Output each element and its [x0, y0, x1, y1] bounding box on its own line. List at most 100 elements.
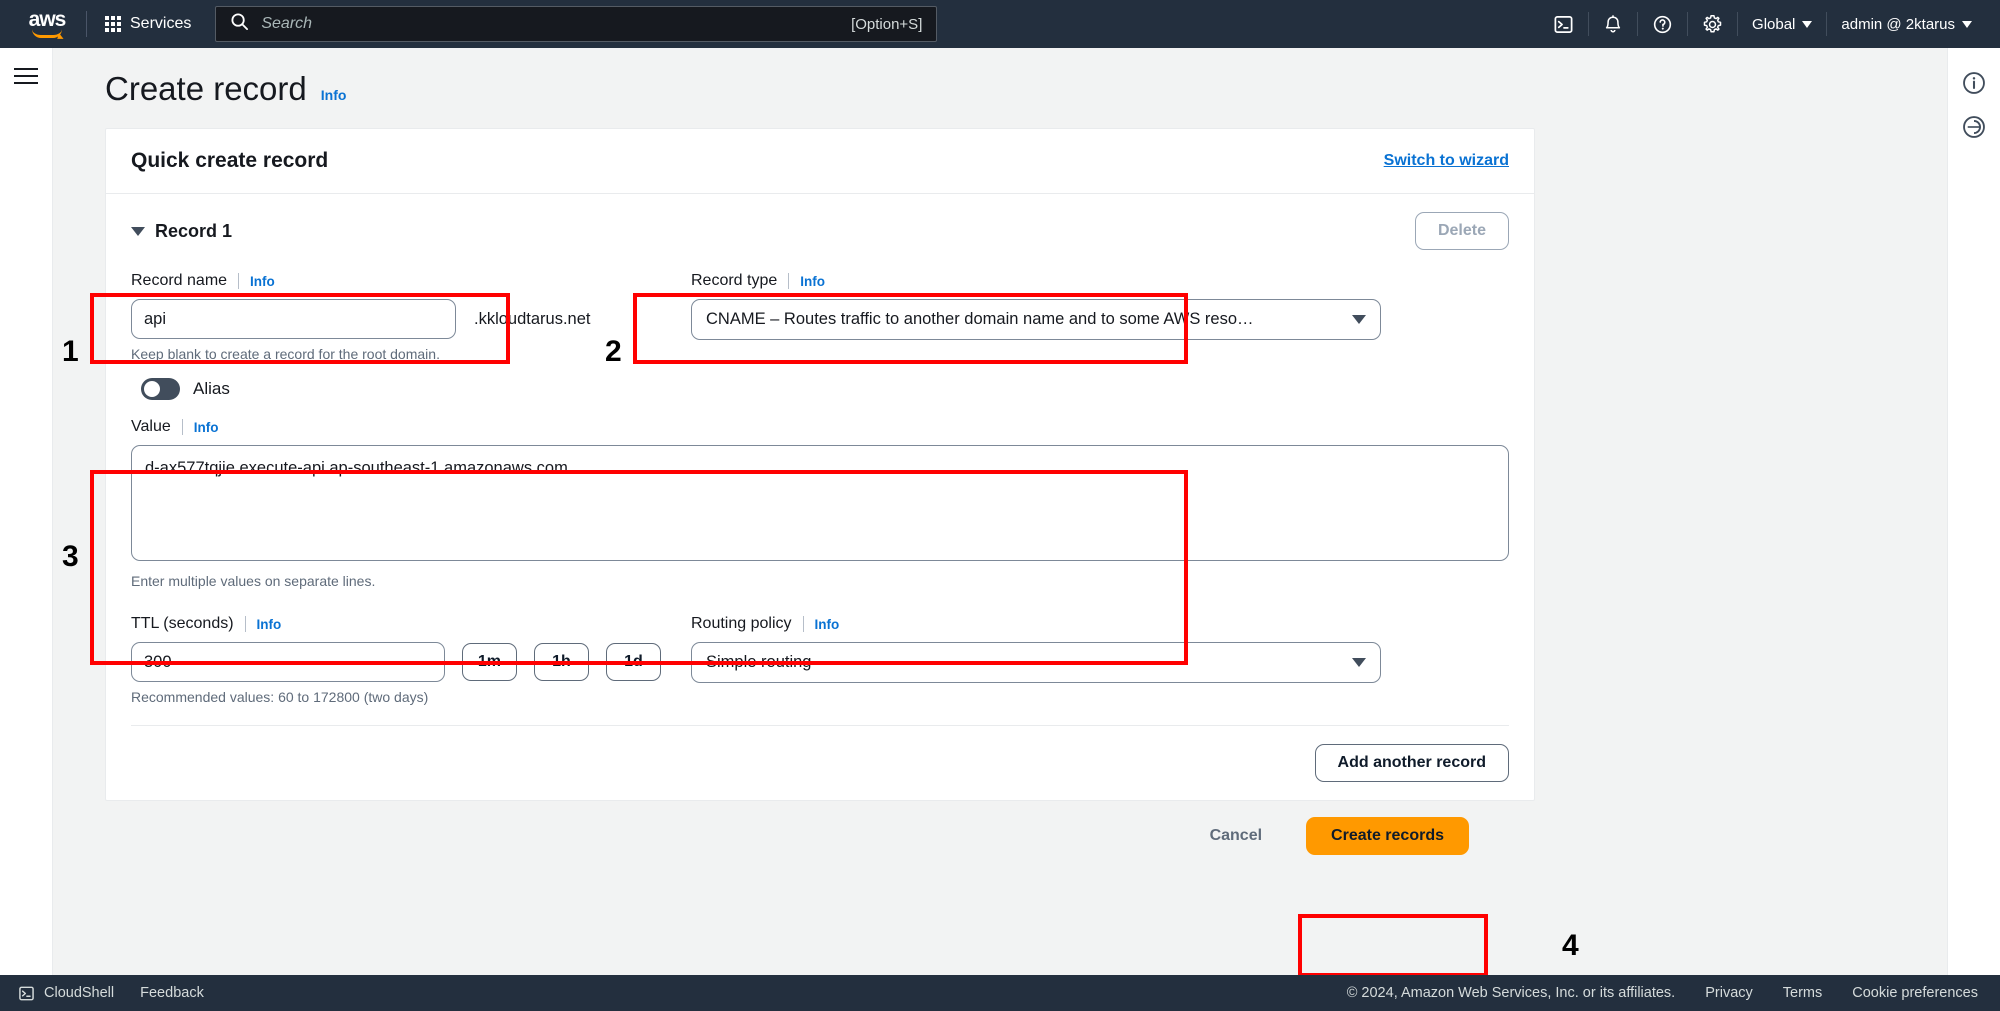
quick-create-panel: Quick create record Switch to wizard Rec… — [105, 128, 1535, 801]
routing-policy-group: Routing policy Info Simple routing — [691, 615, 1391, 705]
nav-divider — [86, 11, 87, 37]
record-heading: Record 1 — [155, 220, 233, 241]
search-shortcut-hint: [Option+S] — [851, 15, 923, 33]
search-icon — [230, 12, 249, 36]
feedback-link[interactable]: Feedback — [140, 985, 204, 1001]
record-1-block: Record 1 Delete Record name Info .kkloud… — [106, 194, 1534, 726]
chevron-down-icon — [1802, 20, 1813, 28]
record-type-label: Record type — [691, 272, 778, 289]
notifications-button[interactable] — [1589, 8, 1637, 41]
annotation-number-2: 2 — [605, 335, 622, 368]
label-divider — [244, 616, 246, 632]
cloudshell-icon — [19, 986, 34, 1000]
record-type-label-row: Record type Info — [691, 272, 1391, 290]
shortcuts-panel-button[interactable] — [1959, 112, 1989, 142]
ttl-group: TTL (seconds) Info 1m 1h 1d Recommended … — [131, 615, 661, 705]
copyright-text: © 2024, Amazon Web Services, Inc. or its… — [1346, 985, 1676, 1001]
routing-policy-label: Routing policy — [691, 615, 792, 632]
left-navigation-rail — [0, 48, 53, 975]
create-records-button[interactable]: Create records — [1306, 817, 1469, 855]
footer-cloudshell-button[interactable]: CloudShell — [18, 985, 114, 1002]
record-name-input[interactable] — [131, 299, 456, 339]
label-divider — [788, 273, 790, 289]
main-content-area: Create record Info Quick create record S… — [53, 48, 1947, 975]
right-tool-rail — [1947, 48, 2000, 975]
name-and-type-row: Record name Info .kkloudtarus.net Keep b… — [131, 272, 1509, 362]
switch-to-wizard-link[interactable]: Switch to wizard — [1384, 152, 1509, 170]
ttl-preset-1m[interactable]: 1m — [461, 643, 517, 681]
value-info-link[interactable]: Info — [194, 420, 219, 435]
footer-bar: CloudShell Feedback © 2024, Amazon Web S… — [0, 975, 2000, 1011]
region-selector[interactable]: Global — [1738, 10, 1826, 39]
record-name-info-link[interactable]: Info — [250, 274, 275, 289]
delete-record-button[interactable]: Delete — [1414, 212, 1509, 250]
terms-link[interactable]: Terms — [1783, 985, 1822, 1001]
ttl-info-link[interactable]: Info — [257, 617, 282, 632]
annotation-number-3: 3 — [62, 540, 79, 573]
region-label: Global — [1752, 15, 1796, 33]
ttl-preset-1d[interactable]: 1d — [605, 643, 661, 681]
ttl-input[interactable] — [131, 642, 445, 682]
hamburger-line — [14, 82, 38, 84]
label-divider — [802, 616, 804, 632]
record-header-row: Record 1 Delete — [131, 212, 1509, 250]
services-menu-button[interactable]: Services — [95, 9, 201, 39]
add-record-row: Add another record — [106, 726, 1534, 800]
bell-icon — [1605, 14, 1621, 33]
account-menu[interactable]: admin @ 2ktarus — [1827, 10, 1986, 39]
value-group: Value Info d-ax577tqjie.execute-api.ap-s… — [131, 418, 1509, 589]
settings-button[interactable] — [1688, 8, 1737, 41]
ttl-preset-1h[interactable]: 1h — [533, 643, 589, 681]
record-type-value: CNAME – Routes traffic to another domain… — [706, 310, 1254, 328]
value-label: Value — [131, 418, 171, 435]
value-label-row: Value Info — [131, 418, 1509, 436]
ttl-and-routing-row: TTL (seconds) Info 1m 1h 1d Recommended … — [131, 615, 1509, 705]
page-title: Create record — [105, 70, 307, 107]
add-another-record-button[interactable]: Add another record — [1314, 744, 1509, 782]
aws-logo[interactable]: aws — [16, 7, 78, 38]
record-type-select[interactable]: CNAME – Routes traffic to another domain… — [691, 299, 1381, 340]
search-input[interactable] — [261, 15, 852, 33]
routing-policy-info-link[interactable]: Info — [815, 617, 840, 632]
info-circle-icon — [1963, 72, 1985, 94]
hamburger-line — [14, 75, 38, 77]
chevron-down-icon — [1962, 20, 1972, 28]
privacy-link[interactable]: Privacy — [1705, 985, 1753, 1001]
routing-policy-select[interactable]: Simple routing — [691, 642, 1381, 683]
chevron-down-icon — [1352, 315, 1366, 324]
ttl-label-row: TTL (seconds) Info — [131, 615, 661, 633]
panel-title: Quick create record — [131, 149, 329, 172]
aws-wordmark: aws — [28, 7, 67, 31]
gear-icon — [1703, 14, 1722, 32]
record-name-group: Record name Info .kkloudtarus.net Keep b… — [131, 272, 661, 362]
global-search-box[interactable]: [Option+S] — [215, 6, 938, 42]
annotation-number-4: 4 — [1562, 929, 1579, 962]
cancel-button[interactable]: Cancel — [1188, 818, 1284, 854]
cloudshell-label: CloudShell — [44, 985, 115, 1001]
record-collapse-toggle[interactable]: Record 1 — [131, 221, 232, 242]
info-panel-button[interactable] — [1959, 68, 1989, 98]
cloudshell-icon — [1554, 15, 1573, 33]
menu-toggle-button[interactable] — [14, 68, 38, 84]
nav-right-cluster: Global admin @ 2ktarus — [1539, 8, 2000, 41]
ttl-label: TTL (seconds) — [131, 615, 234, 632]
record-name-label: Record name — [131, 272, 228, 289]
value-textarea[interactable]: d-ax577tqjie.execute-api.ap-southeast-1.… — [131, 445, 1509, 561]
form-actions: Cancel Create records — [105, 817, 1535, 855]
annotation-number-1: 1 — [62, 335, 79, 368]
alias-toggle-row: Alias — [131, 362, 1509, 404]
cloudshell-button[interactable] — [1539, 8, 1588, 41]
footer-right: © 2024, Amazon Web Services, Inc. or its… — [1347, 985, 2000, 1001]
ttl-input-row: 1m 1h 1d — [131, 642, 661, 682]
value-hint: Enter multiple values on separate lines. — [131, 573, 376, 589]
cookie-preferences-link[interactable]: Cookie preferences — [1852, 985, 1978, 1001]
account-label: admin @ 2ktarus — [1841, 15, 1955, 33]
help-button[interactable] — [1638, 8, 1687, 41]
grid-icon — [105, 16, 121, 32]
alias-toggle[interactable] — [141, 378, 180, 400]
page-info-link[interactable]: Info — [321, 87, 347, 103]
panel-header: Quick create record Switch to wizard — [106, 129, 1534, 194]
record-type-info-link[interactable]: Info — [800, 274, 825, 289]
hamburger-line — [14, 68, 38, 70]
record-name-input-row: .kkloudtarus.net — [131, 299, 661, 339]
